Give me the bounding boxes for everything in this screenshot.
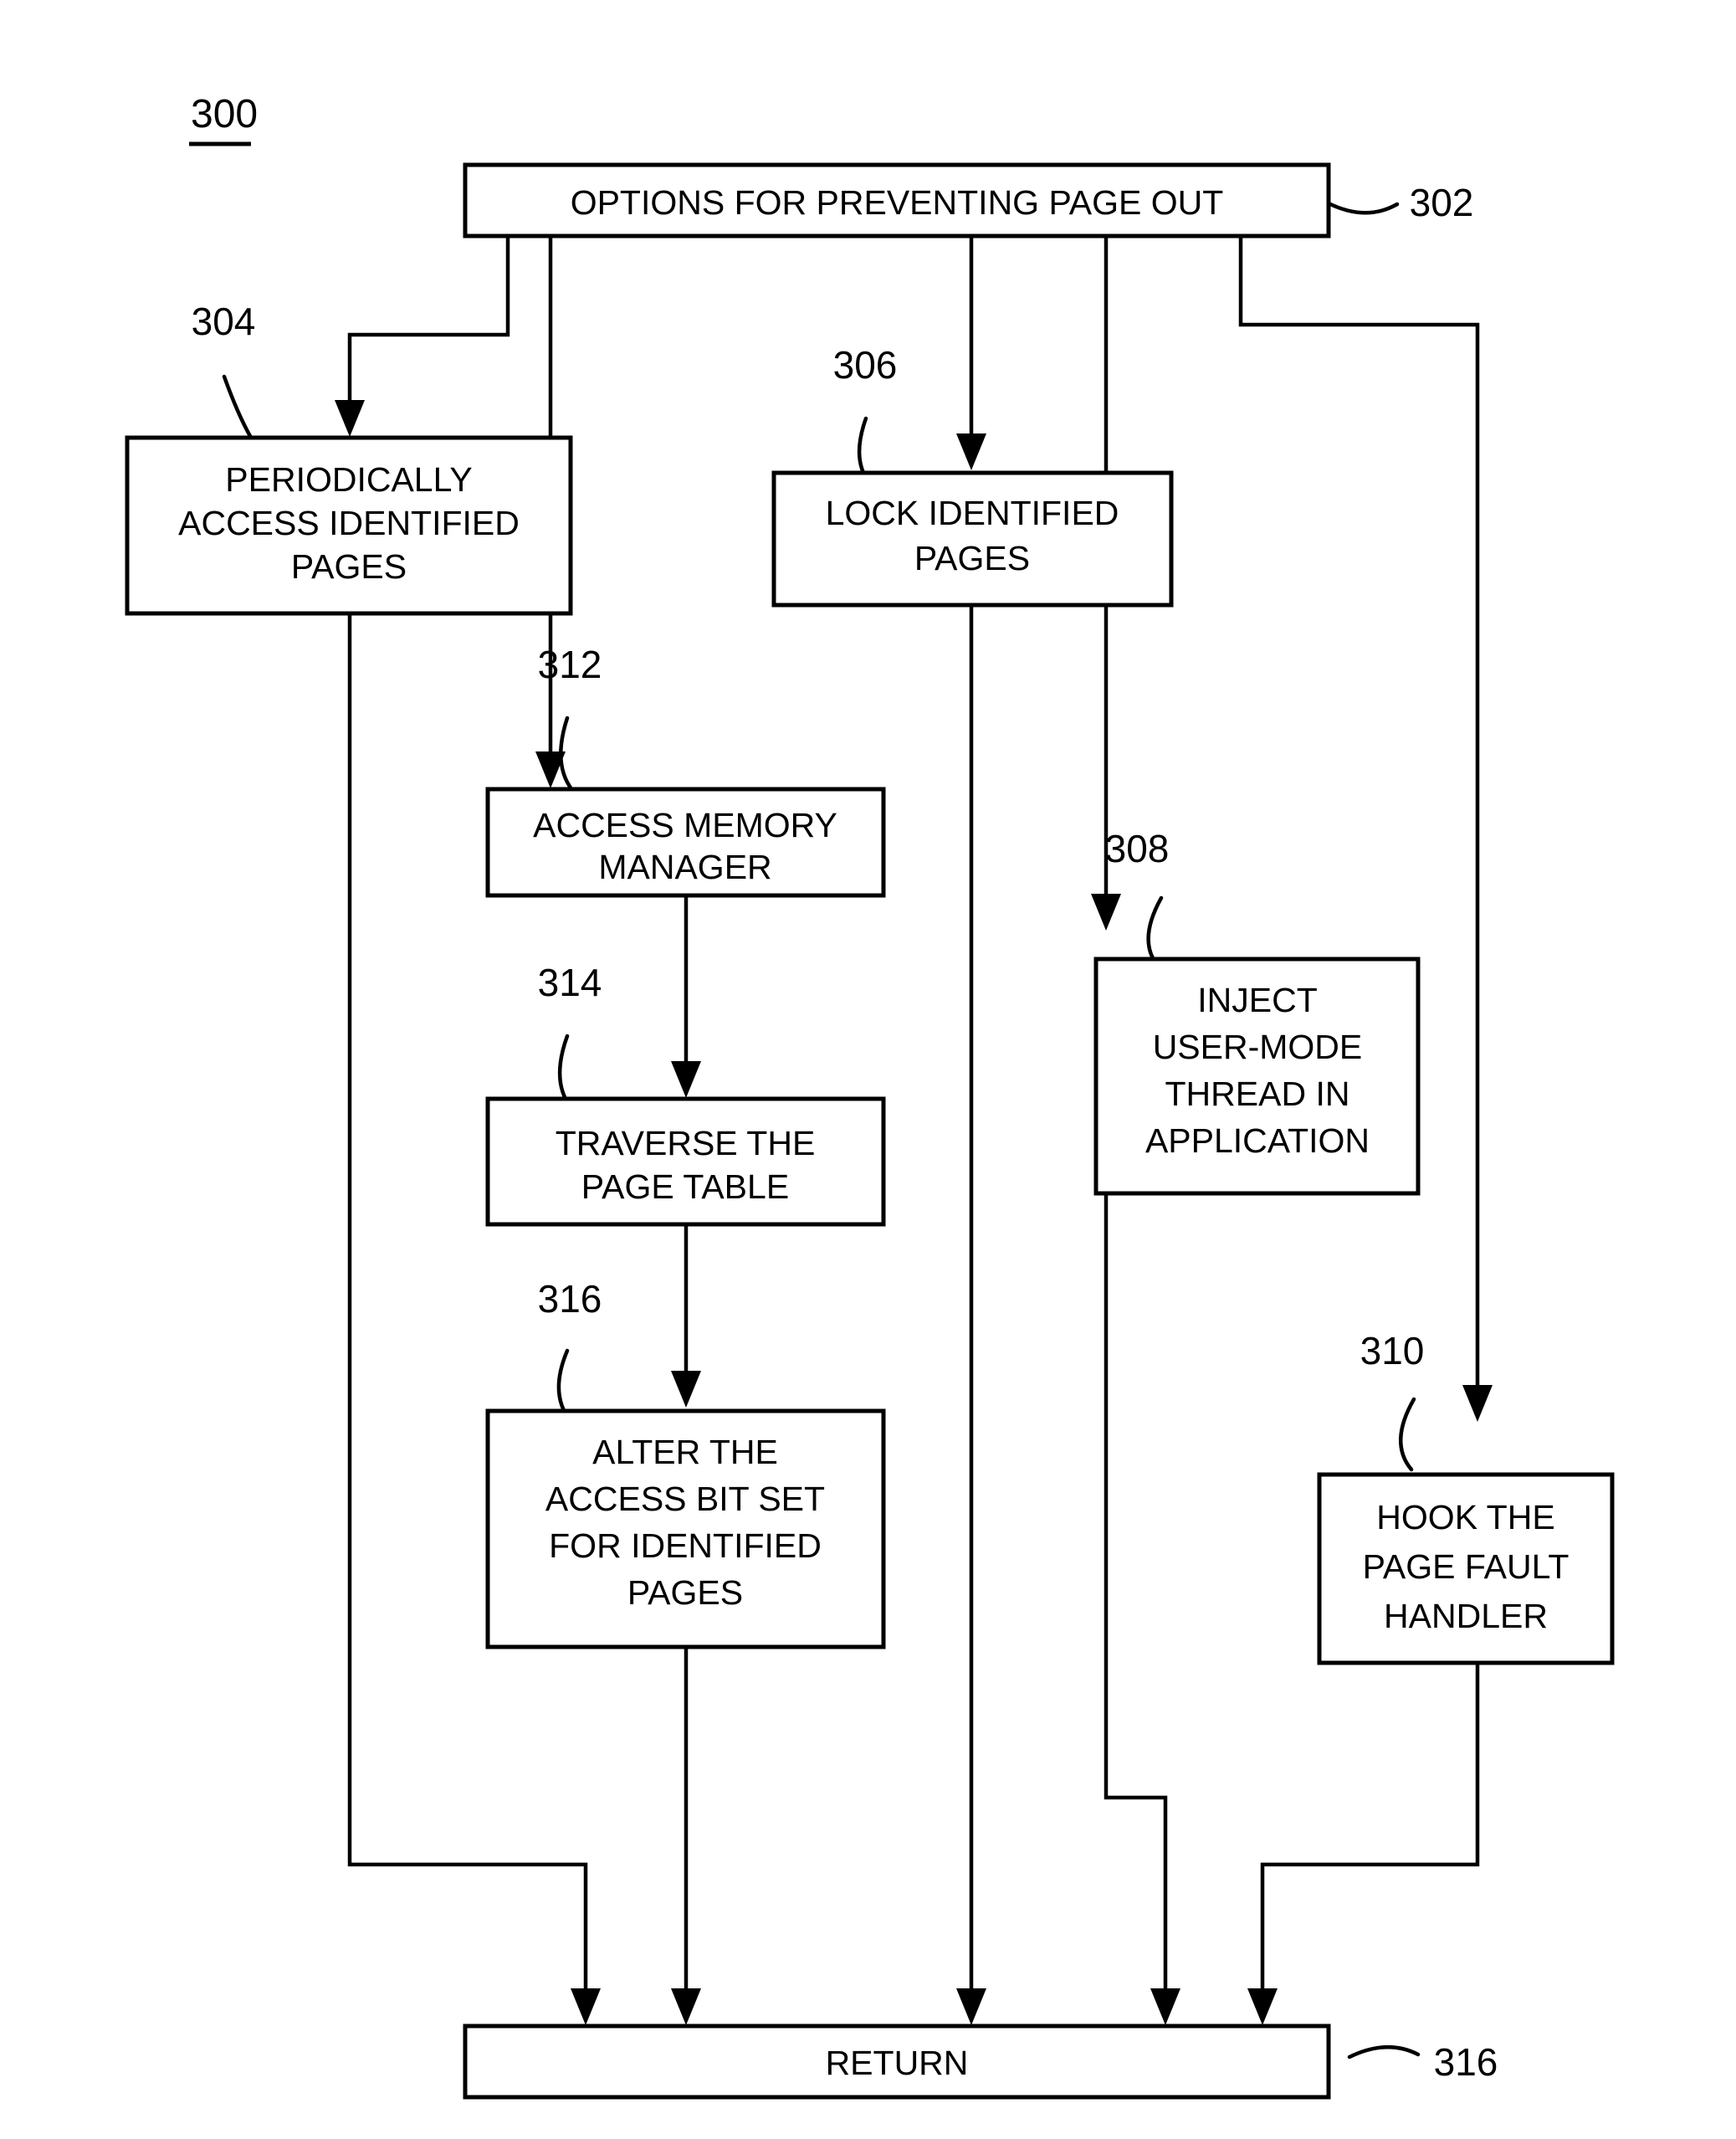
arrowhead-302-to-310 — [1462, 1385, 1493, 1422]
node-hook-the-page-fault-handler[interactable]: HOOK THE PAGE FAULT HANDLER 310 — [1317, 1329, 1615, 1665]
leader-310 — [1399, 1397, 1416, 1472]
ref-number-316-return: 316 — [1434, 2040, 1498, 2084]
node-316a-label-line-4: PAGES — [627, 1573, 743, 1612]
node-316a-label-line-3: FOR IDENTIFIED — [549, 1526, 822, 1565]
node-302-label-line-1: OPTIONS FOR PREVENTING PAGE OUT — [571, 183, 1224, 222]
node-308-label-line-1: INJECT — [1197, 981, 1318, 1019]
node-314-label-line-2: PAGE TABLE — [581, 1167, 789, 1206]
node-options-for-preventing-page-out[interactable]: OPTIONS FOR PREVENTING PAGE OUT 302 — [463, 162, 1474, 239]
node-306-label-line-1: LOCK IDENTIFIED — [826, 494, 1119, 532]
arrowhead-314-to-316 — [671, 1371, 701, 1408]
arrowhead-302-to-304 — [335, 400, 365, 437]
arrowhead-316-to-return — [671, 1988, 701, 2025]
connector-310-to-return — [1260, 1663, 1480, 2007]
ref-number-310: 310 — [1360, 1329, 1425, 1372]
leader-302 — [1326, 201, 1400, 215]
leader-312 — [559, 716, 575, 793]
arrowhead-302-to-308 — [1091, 894, 1121, 931]
node-314-label-line-1: TRAVERSE THE — [556, 1124, 816, 1162]
connector-302-to-310 — [1238, 236, 1480, 1403]
patent-figure-page: 300 OPTIONS FOR PREVENTING PAGE OUT 302 … — [0, 0, 1736, 2139]
connector-308-to-return — [1104, 1193, 1168, 2007]
ref-number-312: 312 — [538, 643, 602, 686]
arrowhead-306-to-return — [956, 1988, 986, 2025]
node-312-label-line-1: ACCESS MEMORY — [533, 806, 837, 844]
node-return[interactable]: RETURN 316 — [463, 2024, 1498, 2100]
node-310-label-line-2: PAGE FAULT — [1363, 1547, 1570, 1586]
node-308-label-line-4: APPLICATION — [1145, 1121, 1370, 1160]
node-308-label-line-2: USER-MODE — [1153, 1028, 1363, 1066]
leader-316-return — [1347, 2045, 1421, 2059]
node-304-label-line-3: PAGES — [291, 547, 407, 586]
leader-308 — [1146, 895, 1164, 967]
node-316b-label-line-1: RETURN — [826, 2044, 969, 2082]
node-306-label-line-2: PAGES — [914, 539, 1030, 577]
arrowhead-308-to-return — [1150, 1988, 1180, 2025]
ref-number-306: 306 — [833, 343, 898, 387]
ref-number-308: 308 — [1105, 827, 1170, 870]
node-inject-user-mode-thread-in-application[interactable]: INJECT USER-MODE THREAD IN APPLICATION 3… — [1093, 827, 1421, 1196]
node-312-label-line-2: MANAGER — [598, 848, 771, 886]
arrowhead-310-to-return — [1247, 1988, 1278, 2025]
arrowhead-304-to-return — [571, 1988, 601, 2025]
node-310-label-line-3: HANDLER — [1384, 1597, 1548, 1635]
figure-number-label: 300 — [191, 92, 258, 136]
node-304-label-line-2: ACCESS IDENTIFIED — [178, 504, 520, 542]
ref-number-314: 314 — [538, 961, 602, 1004]
node-308-label-line-3: THREAD IN — [1165, 1075, 1350, 1113]
node-304-label-line-1: PERIODICALLY — [225, 460, 472, 499]
node-316a-label-line-2: ACCESS BIT SET — [545, 1480, 825, 1518]
arrowhead-302-to-306 — [956, 433, 986, 470]
flowchart-diagram: 300 OPTIONS FOR PREVENTING PAGE OUT 302 … — [125, 92, 1615, 2100]
ref-number-302: 302 — [1410, 181, 1474, 224]
ref-number-316-alter: 316 — [538, 1277, 602, 1321]
node-310-label-line-1: HOOK THE — [1376, 1498, 1554, 1536]
figure-number-group: 300 — [189, 92, 258, 146]
leader-304 — [222, 374, 256, 444]
connector-302-to-304 — [347, 236, 510, 418]
node-316a-label-line-1: ALTER THE — [592, 1433, 778, 1471]
ref-number-304: 304 — [192, 300, 256, 343]
arrowhead-312-to-314 — [671, 1061, 701, 1098]
